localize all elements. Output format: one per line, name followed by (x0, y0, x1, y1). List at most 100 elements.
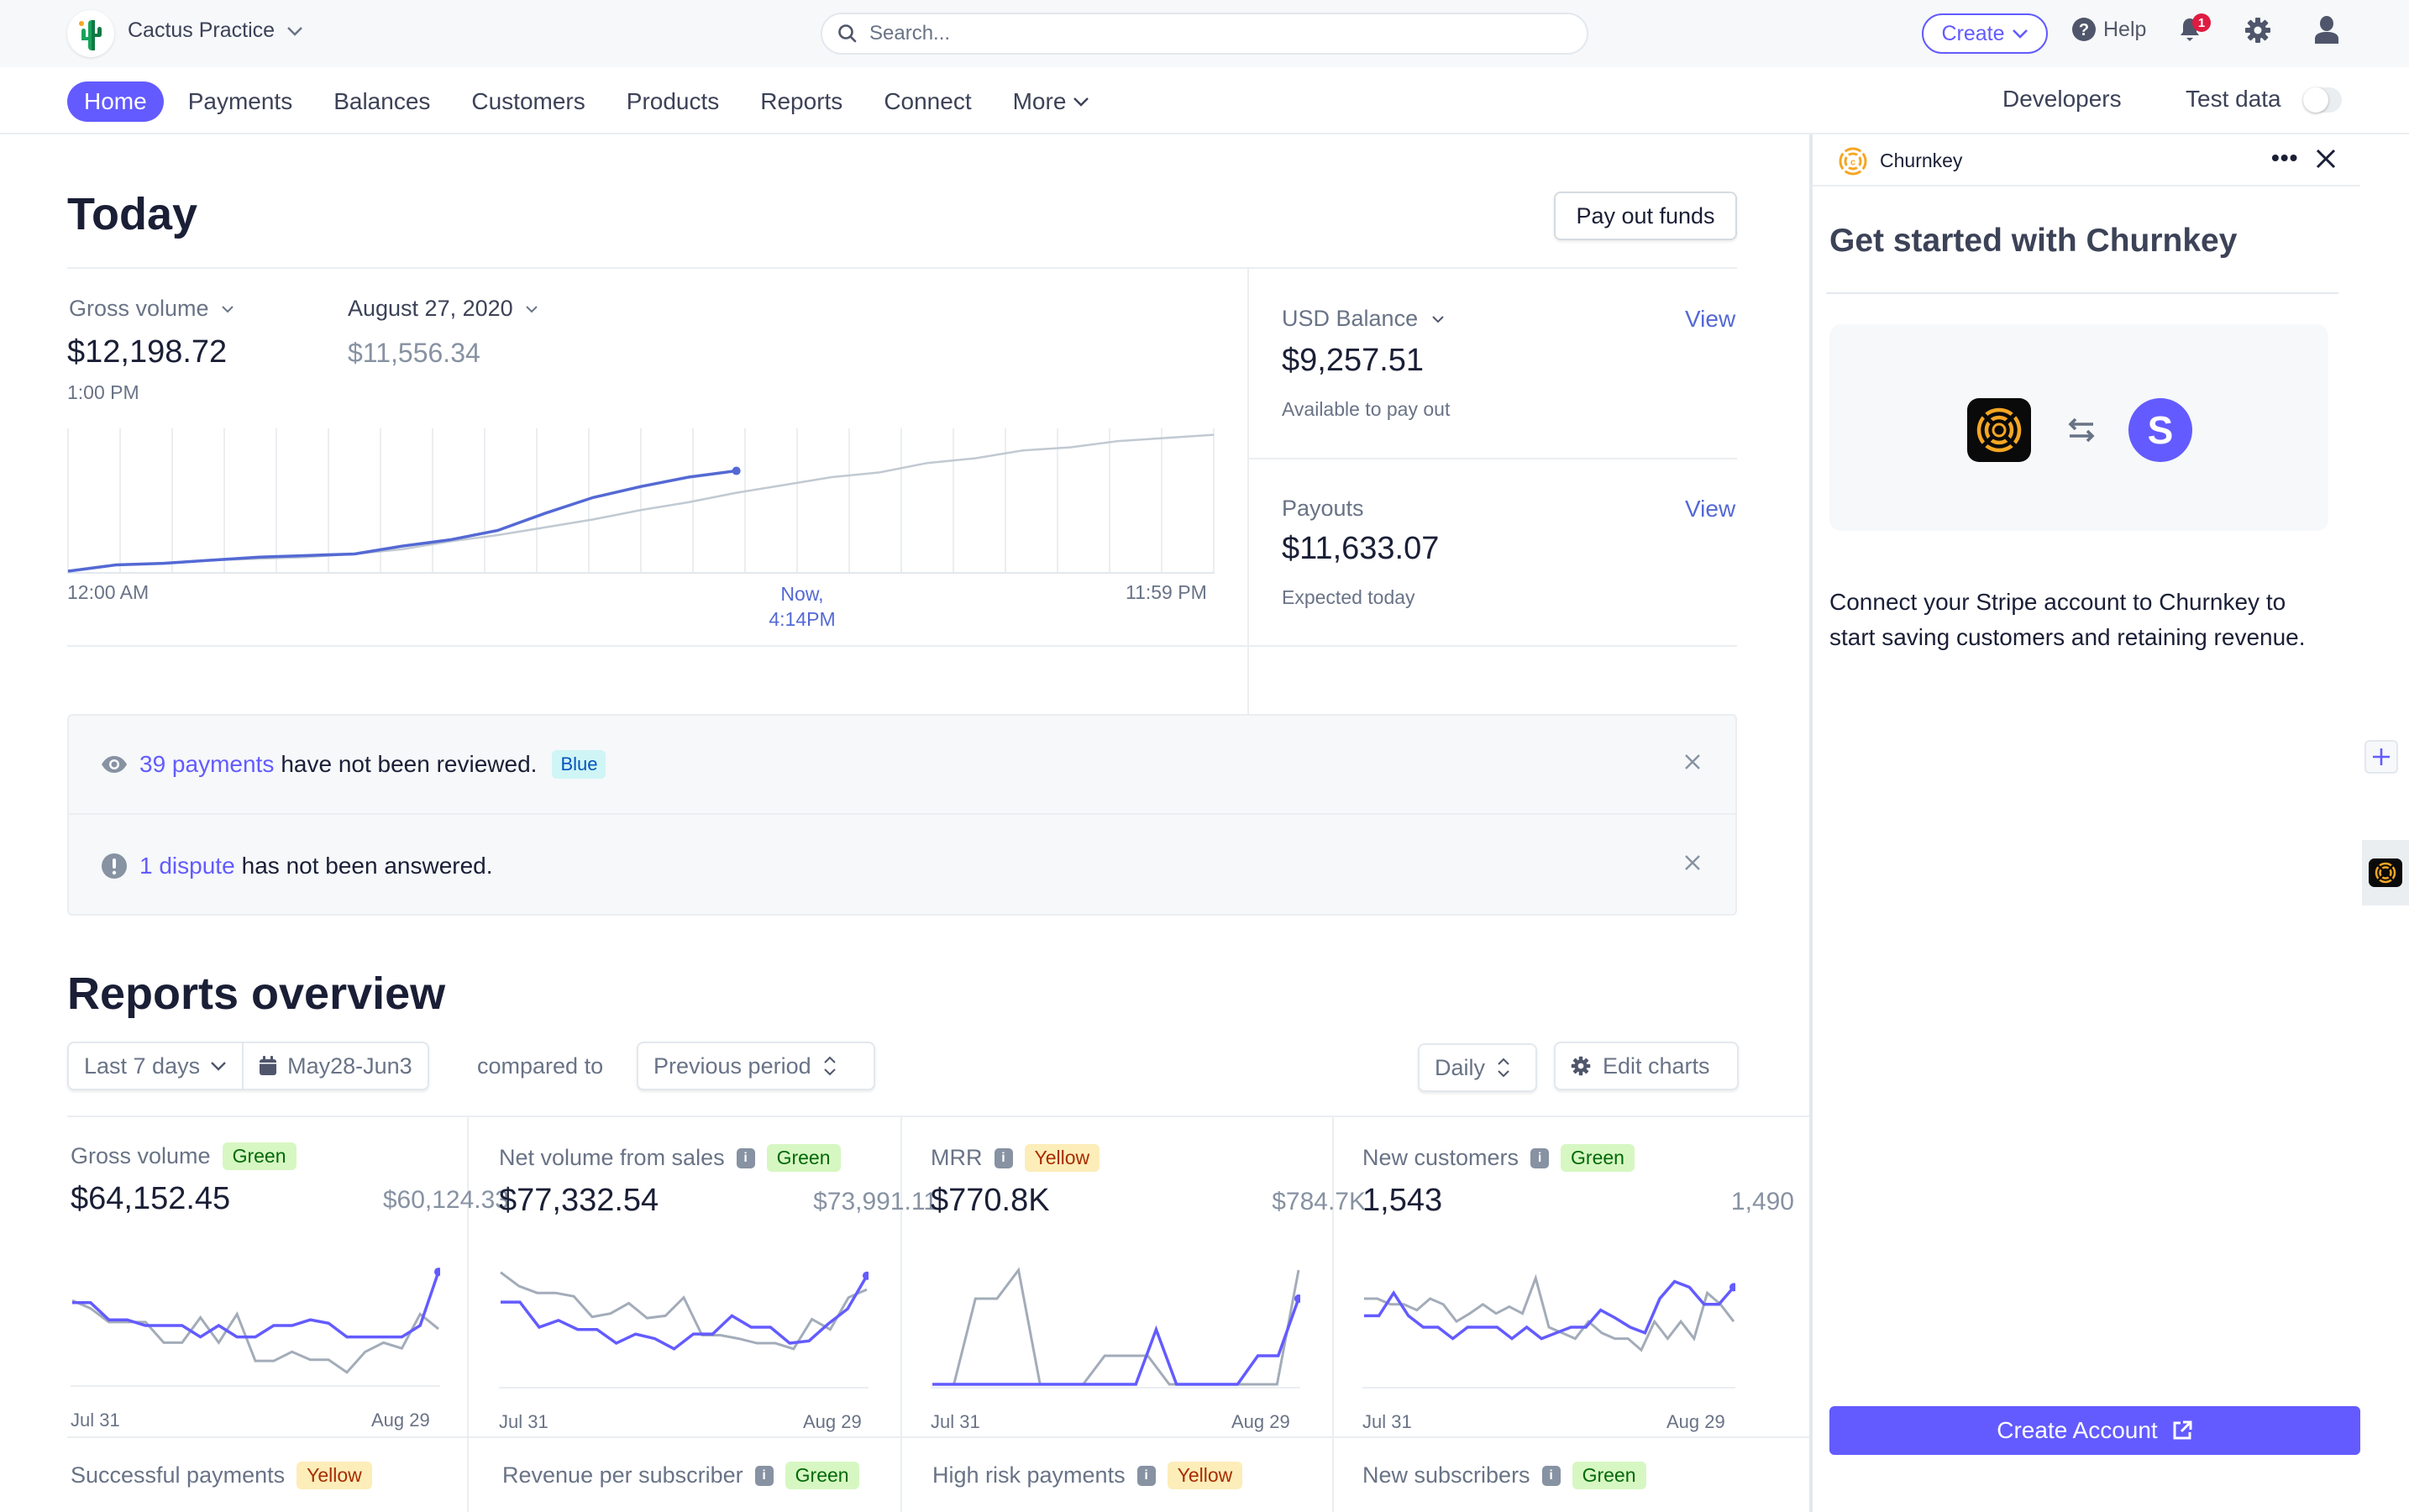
card-title: Successful payments (71, 1462, 286, 1488)
external-link-icon (2173, 1420, 2192, 1440)
info-icon[interactable]: i (754, 1465, 774, 1486)
chevron-down-icon (221, 305, 234, 312)
plus-icon (2373, 748, 2390, 765)
close-icon[interactable] (1683, 753, 1702, 771)
card-title: Net volume from sales (499, 1145, 725, 1170)
status-badge: Blue (552, 750, 606, 779)
compared-to-label: compared to (477, 1053, 604, 1079)
today-gross-volume-chart[interactable] (67, 422, 1215, 578)
profile-button[interactable] (2313, 15, 2340, 48)
x-tick-now: Now, 4:14PM (756, 581, 848, 632)
churnkey-app-panel: c Churnkey ••• Get started with Churnkey… (1809, 134, 2360, 1512)
sparkline-chart (71, 1268, 440, 1387)
svg-text:S: S (2148, 408, 2174, 452)
metric-label: Gross volume (69, 296, 209, 321)
sparkline-chart (1362, 1273, 1735, 1389)
edit-charts-label: Edit charts (1603, 1053, 1710, 1079)
add-app-button[interactable] (2364, 740, 2398, 774)
alert-item: 39 payments have not been reviewed. Blue (69, 716, 1735, 815)
search-input[interactable] (869, 22, 1541, 45)
compare-date-label: August 27, 2020 (348, 296, 513, 321)
updown-icon (823, 1056, 836, 1076)
status-badge: Green (1572, 1462, 1646, 1489)
churnkey-rail-button[interactable] (2362, 840, 2409, 906)
range-select[interactable]: Last 7 days (69, 1043, 242, 1089)
account-switcher[interactable]: Cactus Practice (128, 18, 303, 43)
info-icon[interactable]: i (994, 1147, 1013, 1168)
view-balance-link[interactable]: View (1685, 306, 1735, 333)
help-button[interactable]: ? Help (2071, 17, 2146, 42)
account-logo[interactable] (67, 10, 114, 57)
nav-balances[interactable]: Balances (317, 81, 447, 122)
divider (1332, 1117, 1334, 1512)
x-tick-end: Aug 29 (371, 1410, 430, 1431)
interval-select[interactable]: Daily (1418, 1043, 1537, 1092)
series-line-previous (932, 1267, 1300, 1386)
pay-out-funds-button[interactable]: Pay out funds (1554, 192, 1737, 240)
payouts-value: $11,633.07 (1282, 531, 1440, 566)
help-label: Help (2103, 17, 2147, 41)
card-compare-value: $784.7K (1272, 1188, 1366, 1215)
info-icon[interactable]: i (736, 1147, 755, 1168)
divider (67, 267, 1737, 269)
search-bar[interactable] (821, 13, 1588, 55)
nav-customers[interactable]: Customers (454, 81, 601, 122)
nav-label: Reports (760, 88, 843, 114)
dispute-link[interactable]: 1 dispute (139, 853, 235, 879)
svg-text:c: c (1850, 158, 1855, 168)
gear-icon (2245, 18, 2270, 43)
view-payouts-link[interactable]: View (1685, 496, 1735, 522)
compare-period-select[interactable]: Previous period (637, 1042, 875, 1090)
create-button[interactable]: Create (1922, 13, 2048, 54)
nav-home[interactable]: Home (67, 81, 164, 122)
nav-products[interactable]: Products (610, 81, 737, 122)
series-line-today (67, 469, 737, 573)
unreviewed-payments-link[interactable]: 39 payments (139, 751, 274, 778)
compare-date-select[interactable]: August 27, 2020 (348, 296, 538, 322)
card-compare-value: 1,490 (1730, 1188, 1794, 1215)
panel-title: Get started with Churnkey (1829, 223, 2238, 259)
info-icon[interactable]: i (1541, 1465, 1561, 1486)
info-icon[interactable]: i (1136, 1465, 1156, 1486)
nav-reports[interactable]: Reports (743, 81, 859, 122)
developers-link[interactable]: Developers (2002, 86, 2122, 113)
divider (67, 645, 1737, 647)
card-value: $64,152.45 (71, 1181, 231, 1216)
series-line-current (72, 1271, 440, 1339)
cactus-icon (79, 20, 102, 50)
now-time: 4:14PM (769, 608, 836, 630)
nav-payments[interactable]: Payments (171, 81, 310, 122)
warning-icon (101, 853, 128, 879)
chevron-down-icon (525, 305, 538, 312)
main-nav: Home Payments Balances Customers Product… (0, 67, 2409, 134)
card-title: MRR (931, 1145, 983, 1170)
range-label: Last 7 days (84, 1053, 201, 1079)
edit-charts-button[interactable]: Edit charts (1554, 1042, 1739, 1090)
svg-text:?: ? (2079, 21, 2089, 39)
chevron-down-icon (211, 1062, 226, 1071)
churnkey-logo-icon: c (1839, 147, 1867, 176)
status-badge: Yellow (1167, 1462, 1243, 1489)
usd-balance-select[interactable]: USD Balance (1282, 306, 1445, 332)
card-value: $77,332.54 (499, 1183, 659, 1218)
gross-volume-value: $12,198.72 (67, 334, 228, 370)
nav-more[interactable]: More (996, 81, 1107, 122)
divider (67, 1116, 1811, 1117)
compare-value: $11,556.34 (348, 338, 480, 368)
x-tick-end: Aug 29 (1666, 1411, 1725, 1432)
sparkline-chart (931, 1267, 1300, 1389)
more-options-icon[interactable]: ••• (2271, 144, 2298, 171)
home-content: Today Pay out funds Gross volume $12,198… (0, 136, 1811, 1512)
nav-connect[interactable]: Connect (867, 81, 988, 122)
test-data-toggle[interactable] (2303, 87, 2342, 113)
close-icon[interactable] (2315, 148, 2337, 170)
usd-balance-sub: Available to pay out (1282, 398, 1451, 420)
close-icon[interactable] (1683, 853, 1702, 872)
notifications-button[interactable]: 1 (2179, 13, 2211, 48)
info-icon[interactable]: i (1530, 1147, 1550, 1168)
create-account-button[interactable]: Create Account (1829, 1406, 2360, 1455)
settings-button[interactable] (2244, 17, 2271, 48)
date-picker[interactable]: May28-Jun3 (242, 1043, 428, 1089)
status-badge: Green (785, 1462, 859, 1489)
metric-select[interactable]: Gross volume (69, 296, 234, 322)
